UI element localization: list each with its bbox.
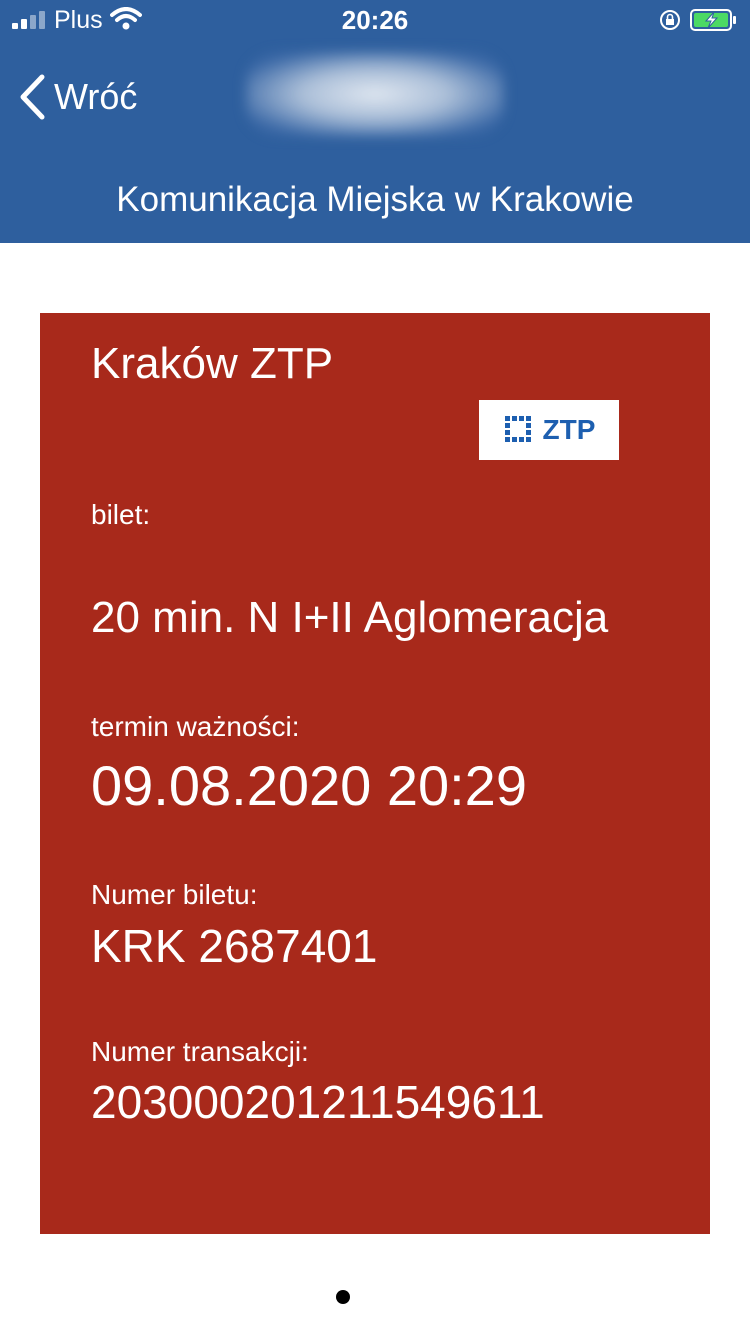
blurred-logo — [246, 52, 504, 136]
ztp-logo: ZTP — [479, 400, 619, 460]
expiry-value: 09.08.2020 20:29 — [91, 754, 527, 817]
status-bar: Plus 20:26 — [0, 0, 750, 40]
ticket-number-value: KRK 2687401 — [91, 920, 378, 972]
transaction-number-label: Numer transakcji: — [91, 1036, 309, 1067]
ticket-card: Kraków ZTP ZTP bilet: 20 min. N I+II Agl… — [40, 313, 710, 1234]
back-label: Wróć — [54, 76, 138, 117]
orientation-lock-icon — [660, 10, 680, 30]
ticket-title: Kraków ZTP — [91, 339, 334, 388]
expiry-label: termin ważności: — [91, 711, 300, 742]
nav-bar: Wróć Komunikacja Miejska w Krakowie — [0, 40, 750, 243]
back-button[interactable]: Wróć — [18, 74, 137, 120]
ztp-logo-text: ZTP — [542, 414, 596, 445]
page-indicator-dot[interactable] — [336, 1290, 350, 1304]
page-title: Komunikacja Miejska w Krakowie — [116, 180, 634, 219]
status-time: 20:26 — [341, 5, 409, 35]
battery-charging-icon — [690, 9, 736, 31]
transaction-number-value: 20300020121154961​1 — [91, 1076, 545, 1128]
ticket-number-label: Numer biletu: — [91, 879, 258, 910]
chevron-left-icon — [20, 74, 45, 120]
ztp-logo-icon — [504, 416, 531, 442]
ticket-type-value: 20 min. N I+II Aglomeracja — [91, 593, 609, 642]
ticket-type-label: bilet: — [91, 499, 151, 530]
